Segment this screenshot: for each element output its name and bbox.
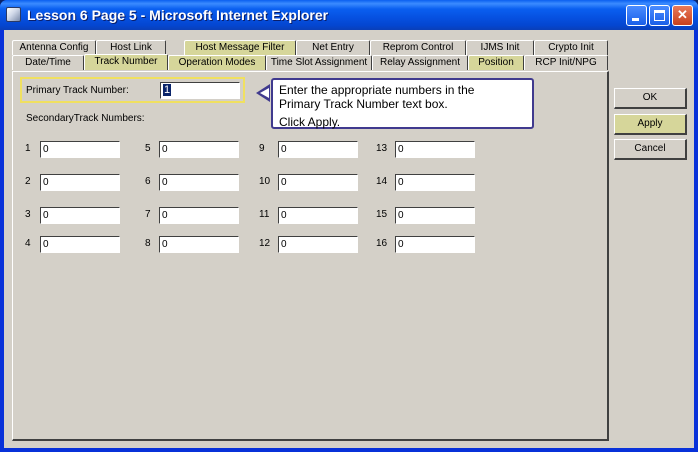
secondary-index: 6 [145, 176, 151, 187]
secondary-track-input-8[interactable]: 0 [159, 236, 239, 253]
apply-button[interactable]: Apply [614, 114, 687, 135]
secondary-track-input-10[interactable]: 0 [278, 174, 358, 191]
secondary-index: 7 [145, 209, 151, 220]
secondary-index: 5 [145, 143, 151, 154]
tab-reprom-control[interactable]: Reprom Control [370, 40, 466, 55]
primary-track-input[interactable]: 1 [160, 82, 240, 99]
secondary-index: 4 [25, 238, 31, 249]
secondary-track-input-13[interactable]: 0 [395, 141, 475, 158]
ie-page-icon [6, 7, 21, 22]
secondary-track-input-5[interactable]: 0 [159, 141, 239, 158]
close-icon: ✕ [677, 7, 688, 22]
tab-track-number[interactable]: Track Number [84, 54, 168, 70]
callout-pointer-inner [260, 88, 269, 98]
callout-text-line: Click Apply. [279, 115, 341, 129]
secondary-track-input-7[interactable]: 0 [159, 207, 239, 224]
tab-operation-modes[interactable]: Operation Modes [168, 55, 266, 70]
tab-antenna-config[interactable]: Antenna Config [12, 40, 96, 55]
tab-rcp-init-npg[interactable]: RCP Init/NPG [524, 55, 608, 70]
ok-button[interactable]: OK [614, 88, 687, 109]
maximize-icon [654, 10, 665, 21]
secondary-track-input-12[interactable]: 0 [278, 236, 358, 253]
secondary-track-input-16[interactable]: 0 [395, 236, 475, 253]
secondary-track-input-6[interactable]: 0 [159, 174, 239, 191]
tab-relay-assignment[interactable]: Relay Assignment [372, 55, 468, 70]
secondary-index: 8 [145, 238, 151, 249]
secondary-track-input-1[interactable]: 0 [40, 141, 120, 158]
title-bar[interactable]: Lesson 6 Page 5 - Microsoft Internet Exp… [0, 0, 698, 30]
tab-date-time[interactable]: Date/Time [12, 55, 84, 70]
instruction-callout: Enter the appropriate numbers in the Pri… [271, 78, 534, 129]
secondary-track-input-15[interactable]: 0 [395, 207, 475, 224]
tab-net-entry[interactable]: Net Entry [296, 40, 370, 55]
close-button[interactable]: ✕ [672, 5, 693, 26]
browser-window: Lesson 6 Page 5 - Microsoft Internet Exp… [0, 0, 698, 452]
secondary-track-input-3[interactable]: 0 [40, 207, 120, 224]
tab-crypto-init[interactable]: Crypto Init [534, 40, 608, 55]
tab-ijms-init[interactable]: IJMS Init [466, 40, 534, 55]
secondary-track-label: SecondaryTrack Numbers: [26, 113, 145, 124]
secondary-index: 10 [259, 176, 271, 187]
tab-host-message-filter[interactable]: Host Message Filter [184, 40, 296, 55]
secondary-index: 9 [259, 143, 265, 154]
secondary-track-input-9[interactable]: 0 [278, 141, 358, 158]
primary-track-label: Primary Track Number: [26, 85, 129, 96]
secondary-index: 13 [376, 143, 388, 154]
maximize-button[interactable] [649, 5, 670, 26]
secondary-index: 2 [25, 176, 31, 187]
minimize-button[interactable] [626, 5, 647, 26]
secondary-track-input-4[interactable]: 0 [40, 236, 120, 253]
secondary-index: 3 [25, 209, 31, 220]
tab-host-link[interactable]: Host Link [96, 40, 166, 55]
window-title: Lesson 6 Page 5 - Microsoft Internet Exp… [27, 7, 329, 23]
secondary-track-input-14[interactable]: 0 [395, 174, 475, 191]
secondary-index: 12 [259, 238, 271, 249]
secondary-index: 14 [376, 176, 388, 187]
minimize-icon [632, 18, 639, 21]
secondary-index: 11 [259, 209, 270, 220]
secondary-index: 16 [376, 238, 388, 249]
secondary-track-input-11[interactable]: 0 [278, 207, 358, 224]
tab-time-slot-assignment[interactable]: Time Slot Assignment [266, 55, 372, 70]
tab-position[interactable]: Position [468, 55, 524, 70]
secondary-index: 15 [376, 209, 388, 220]
cancel-button[interactable]: Cancel [614, 139, 687, 160]
callout-text-line: Primary Track Number text box. [279, 97, 448, 111]
secondary-track-input-2[interactable]: 0 [40, 174, 120, 191]
page-content: Antenna Config Host Link Host Message Fi… [4, 30, 694, 448]
secondary-index: 1 [25, 143, 31, 154]
callout-text-line: Enter the appropriate numbers in the [279, 83, 475, 97]
primary-track-value: 1 [163, 84, 172, 96]
